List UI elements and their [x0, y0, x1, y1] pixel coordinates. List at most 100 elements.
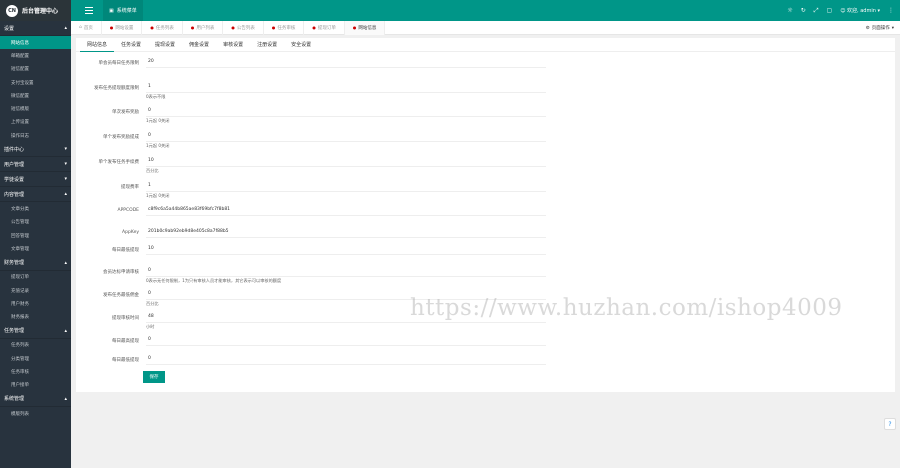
- refresh-icon[interactable]: ↻: [801, 7, 806, 14]
- help-float-icon[interactable]: ?: [884, 418, 896, 430]
- tab-6[interactable]: ● 提现订单: [304, 20, 345, 35]
- tab-close-icon[interactable]: ●: [353, 25, 357, 30]
- subtab-2[interactable]: 提现设置: [148, 38, 182, 52]
- menu-toggle-icon[interactable]: [85, 5, 93, 15]
- sidebar-group-label: 插件中心: [4, 146, 25, 153]
- sidebar-item[interactable]: 用户接单: [0, 379, 71, 392]
- sidebar-item[interactable]: 短信模版: [0, 102, 71, 115]
- main-content: 网站信息 任务设置 提现设置 佣金设置 审核设置 注册设置 安全设置 单会员每日任务限制 20…: [76, 38, 895, 392]
- sidebar-item[interactable]: 模版列表: [0, 407, 71, 420]
- subtab-0[interactable]: 网站信息: [80, 38, 115, 52]
- sidebar-item[interactable]: 操作日志: [0, 129, 71, 142]
- sidebar-group-label: 系统管理: [4, 396, 25, 403]
- sidebar-item[interactable]: 邮箱配置: [0, 49, 71, 62]
- field-input[interactable]: 0: [146, 336, 546, 346]
- field-input[interactable]: 0: [146, 107, 546, 117]
- subtab-4[interactable]: 审核设置: [216, 38, 250, 52]
- field-hint: 0表示无任何限制，1为只有审核人员才能审核，其它表示可以审核的额度: [146, 278, 282, 283]
- sidebar-item[interactable]: 网站信息: [0, 36, 71, 50]
- tab-close-icon[interactable]: ●: [110, 25, 114, 30]
- watermark: https://www.huzhan.com/ishop4009: [410, 295, 843, 321]
- tab-label: 网站设置: [115, 25, 134, 31]
- tab-7[interactable]: ● 网站信息: [344, 20, 386, 35]
- field-label: 每日最低提现: [112, 358, 139, 363]
- field-input[interactable]: 0: [146, 355, 546, 365]
- page-ops-button[interactable]: ⚙ 页面操作 ▾: [866, 21, 894, 35]
- subtab-6[interactable]: 安全设置: [284, 38, 318, 52]
- tab-close-icon[interactable]: ●: [231, 25, 235, 30]
- home-icon: ⌂: [79, 25, 82, 30]
- field-label: AppKey: [122, 230, 139, 235]
- field-label: 提现审核时间: [112, 316, 139, 321]
- sidebar-group-label: 学徒设置: [4, 176, 25, 183]
- sidebar-group-5[interactable]: 财务管理 ▴: [0, 256, 71, 271]
- field-label: 每日最低提现: [112, 248, 139, 253]
- field-input[interactable]: 0: [146, 132, 546, 142]
- tab-close-icon[interactable]: ●: [191, 25, 195, 30]
- field-input[interactable]: 10: [146, 157, 546, 167]
- sidebar-group-4[interactable]: 内容管理 ▴: [0, 187, 71, 203]
- home-icon: ▣: [109, 7, 114, 14]
- sidebar-item[interactable]: 分类管理: [0, 352, 71, 365]
- sidebar-item[interactable]: 文章分类: [0, 202, 71, 215]
- sun-icon[interactable]: ☼: [787, 7, 792, 14]
- more-icon[interactable]: ⋮: [888, 7, 894, 14]
- sidebar-group-1[interactable]: 插件中心 ▾: [0, 142, 71, 158]
- sidebar-item[interactable]: 文章管理: [0, 242, 71, 255]
- sidebar-item[interactable]: 充值记录: [0, 284, 71, 297]
- tab-close-icon[interactable]: ●: [312, 25, 316, 30]
- sidebar-item[interactable]: 任务列表: [0, 339, 71, 352]
- system-menu-button[interactable]: ▣ 系统菜单: [103, 0, 143, 21]
- sidebar-item[interactable]: 微信配置: [0, 89, 71, 102]
- sidebar-group-2[interactable]: 用户管理 ▾: [0, 157, 71, 173]
- field-input[interactable]: 1: [146, 83, 546, 93]
- sidebar-item[interactable]: 短信配置: [0, 63, 71, 76]
- subtab-5[interactable]: 注册设置: [250, 38, 284, 52]
- tab-5[interactable]: ● 任务审核: [264, 20, 305, 35]
- sidebar-item[interactable]: 财务报表: [0, 310, 71, 323]
- sidebar-item[interactable]: 提现订单: [0, 271, 71, 284]
- sidebar-group-3[interactable]: 学徒设置 ▾: [0, 172, 71, 188]
- subtab-1[interactable]: 任务设置: [114, 38, 148, 52]
- tab-close-icon[interactable]: ●: [150, 25, 154, 30]
- tab-label: 首页: [83, 25, 93, 31]
- logo[interactable]: CN 后台管理中心: [0, 0, 71, 21]
- field-input[interactable]: 10: [146, 245, 546, 255]
- field-input[interactable]: 20: [146, 58, 546, 68]
- user-label: 欢迎, admin: [847, 8, 876, 14]
- tab-0[interactable]: ⌂ 首页: [71, 20, 102, 35]
- subtab-3[interactable]: 佣金设置: [182, 38, 216, 52]
- sidebar-group-label: 财务管理: [4, 260, 25, 267]
- tab-label: 任务审核: [277, 25, 296, 31]
- field-input[interactable]: 0: [146, 267, 546, 277]
- user-icon: ☺: [840, 8, 848, 14]
- user-menu[interactable]: ☺ 欢迎, admin ▾: [840, 7, 880, 14]
- sidebar-group-6[interactable]: 任务管理 ▴: [0, 324, 71, 339]
- lock-icon[interactable]: ▢: [827, 7, 833, 14]
- field-label: 每日最高提现: [112, 339, 139, 344]
- field-label: 会员达标申请审核: [103, 270, 139, 275]
- tab-4[interactable]: ● 公告列表: [223, 20, 264, 35]
- field-input[interactable]: 201b0c9ab92eb9d8e405c8a7f88b5: [146, 228, 546, 238]
- sidebar-group-0[interactable]: 设置 ▴: [0, 21, 71, 36]
- chevron-icon: ▴: [64, 25, 67, 31]
- field-hint: 0表示不限: [146, 94, 166, 99]
- sidebar-item[interactable]: 支付宝设置: [0, 76, 71, 89]
- sidebar-item[interactable]: 回答管理: [0, 229, 71, 242]
- sidebar-item[interactable]: 公告管理: [0, 216, 71, 229]
- sidebar-item[interactable]: 用户财务: [0, 297, 71, 310]
- sidebar-group-label: 设置: [4, 25, 15, 32]
- tab-3[interactable]: ● 用户列表: [183, 20, 224, 35]
- tab-2[interactable]: ● 任务列表: [142, 20, 183, 35]
- chevron-icon: ▴: [64, 191, 67, 198]
- save-button[interactable]: 保存: [143, 371, 165, 383]
- sidebar-item[interactable]: 上传设置: [0, 116, 71, 129]
- fullscreen-icon[interactable]: ⤢: [814, 7, 819, 15]
- tab-label: 任务列表: [155, 25, 174, 31]
- sidebar-item[interactable]: 任务审核: [0, 365, 71, 378]
- tab-close-icon[interactable]: ●: [272, 25, 276, 30]
- field-input[interactable]: c8f9c6a5a44b865ae83f69bfc7f8b81: [146, 206, 546, 216]
- sidebar-group-7[interactable]: 系统管理 ▴: [0, 392, 71, 407]
- field-input[interactable]: 1: [146, 182, 546, 192]
- tab-1[interactable]: ● 网站设置: [102, 20, 143, 35]
